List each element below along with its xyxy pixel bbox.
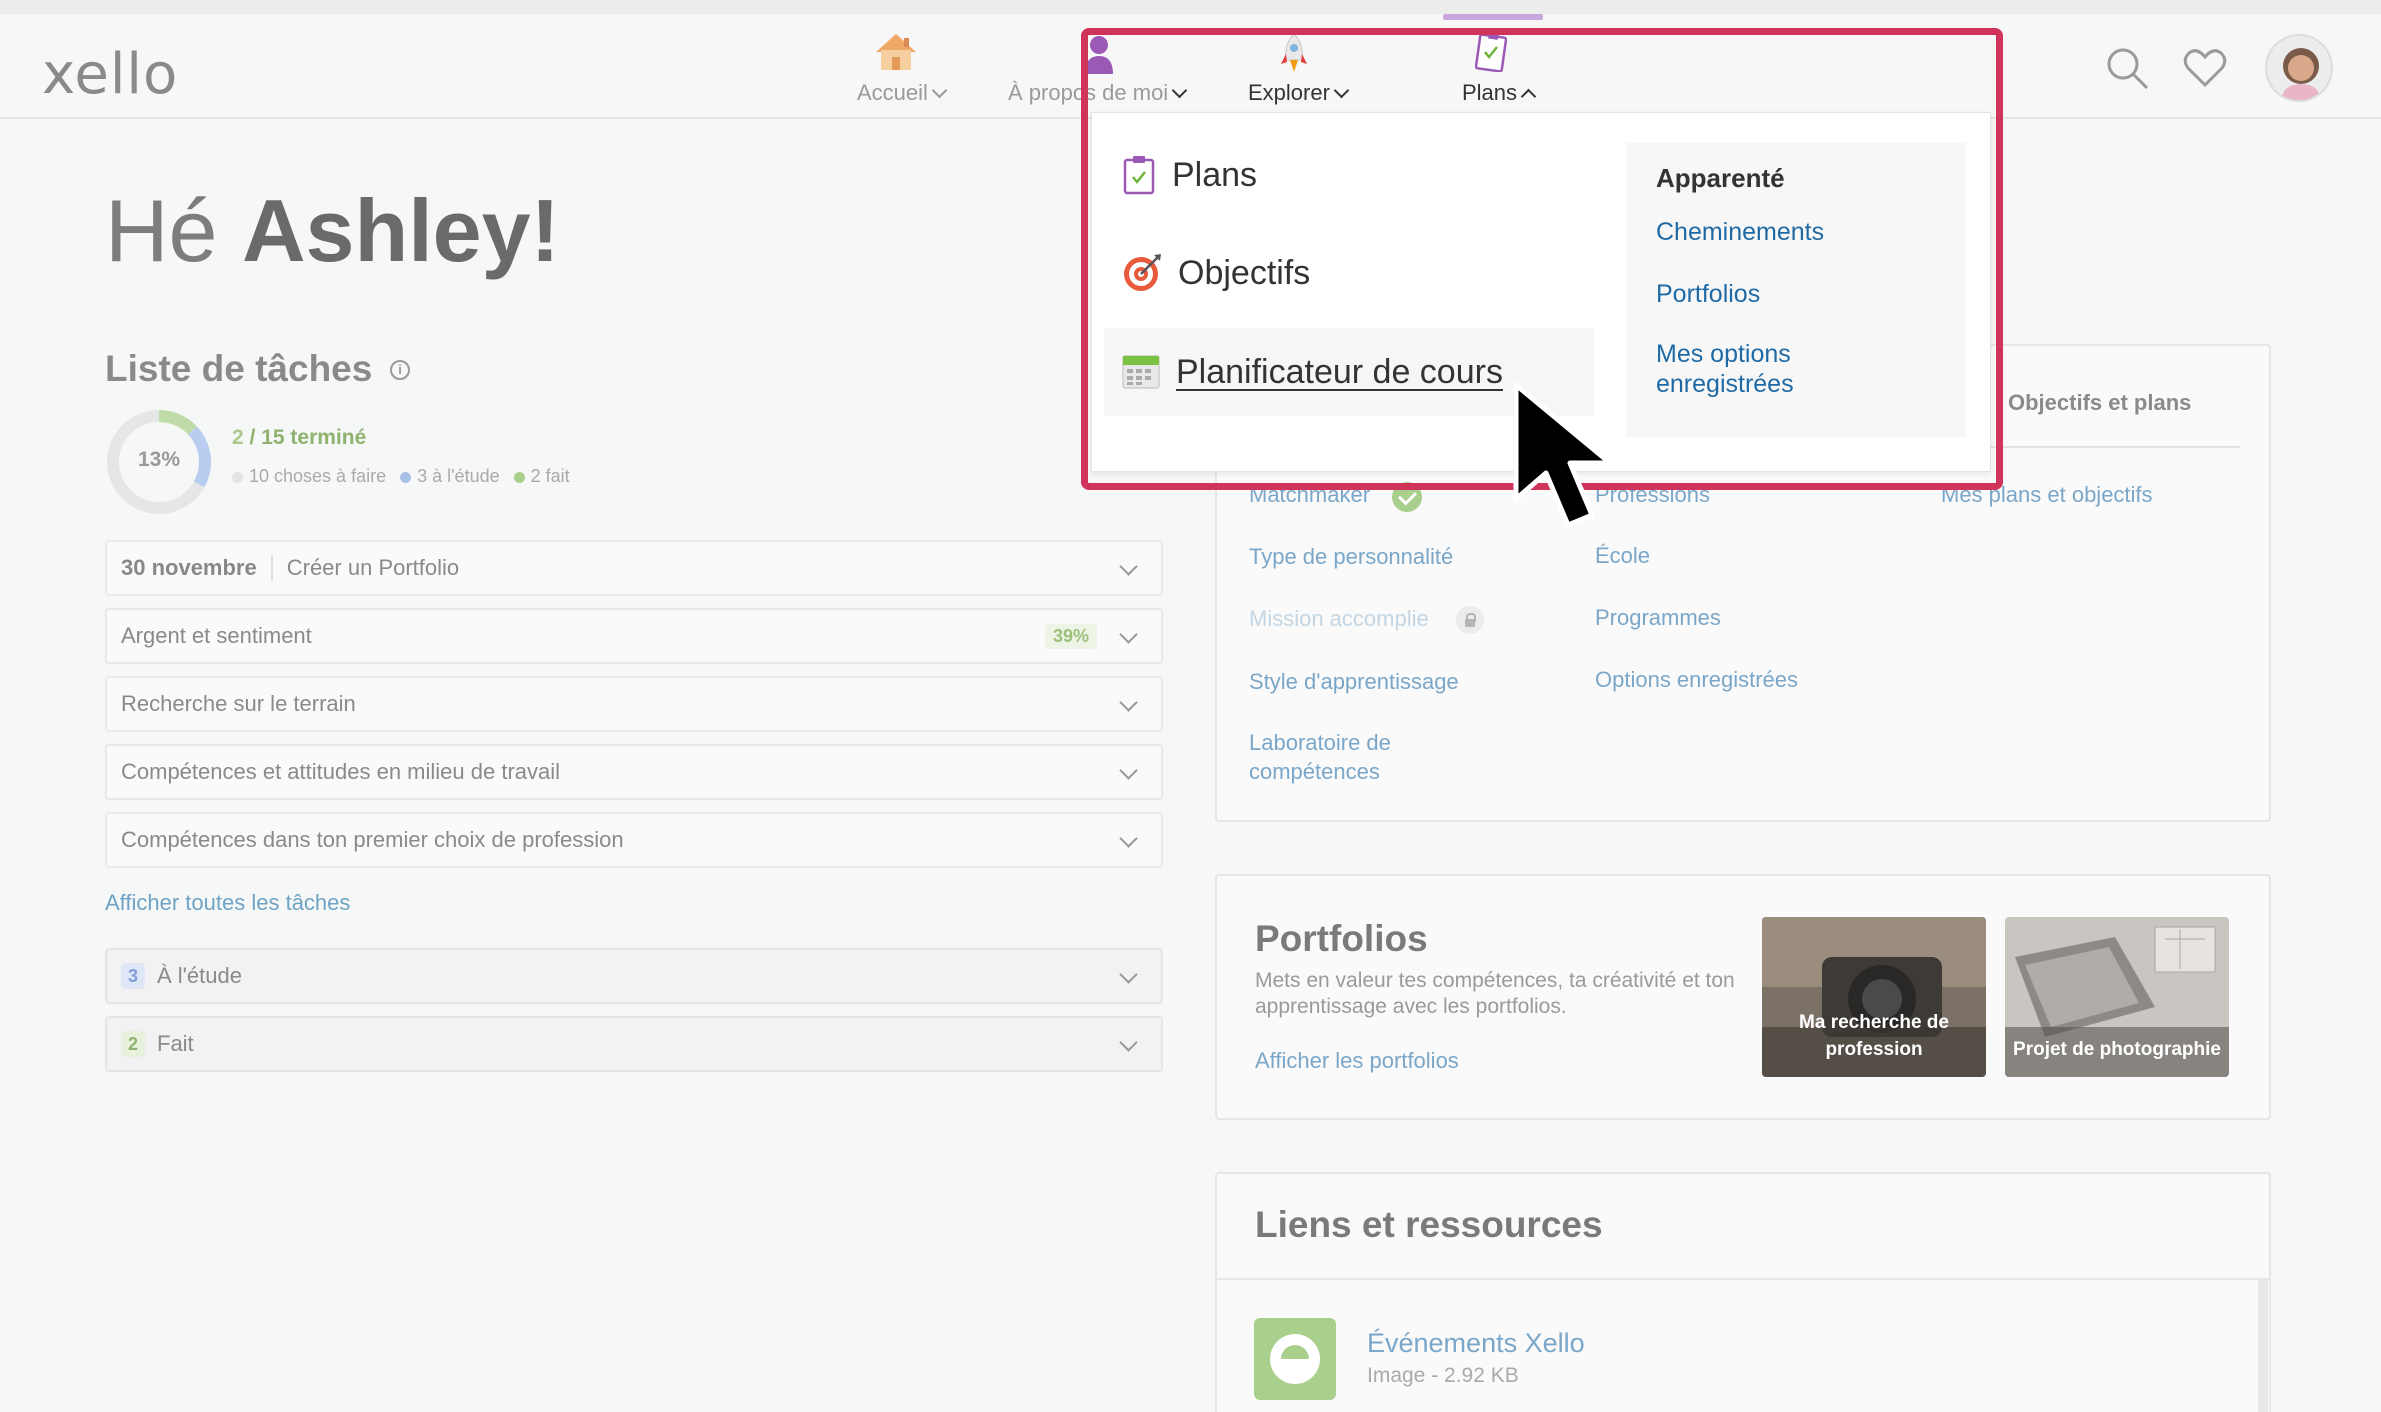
show-portfolios-link[interactable]: Afficher les portfolios <box>1255 1048 1459 1074</box>
portfolios-title: Portfolios <box>1255 918 1428 959</box>
task-label: Compétences et attitudes en milieu de tr… <box>121 759 561 784</box>
show-all-tasks-link[interactable]: Afficher toutes les tâches <box>105 890 350 916</box>
task-row[interactable]: 30 novembre Créer un Portfolio <box>105 540 1163 596</box>
link-type-personnalite[interactable]: Type de personnalité <box>1249 542 1453 571</box>
portfolio-thumbnail-label: Projet de photographie <box>2013 1039 2221 1060</box>
resource-link[interactable]: Événements Xello <box>1367 1328 1585 1359</box>
info-icon[interactable]: i <box>390 360 410 380</box>
progress-done-count: 2 <box>232 426 244 449</box>
chevron-down-icon[interactable] <box>1119 829 1138 848</box>
chevron-down-icon[interactable] <box>1119 761 1138 780</box>
progress-legend: 10 choses à faire 3 à l'étude 2 fait <box>232 466 570 487</box>
chevron-down-icon[interactable] <box>1119 965 1138 984</box>
progress-percent: 13% <box>137 448 181 471</box>
legend-label: 10 choses à faire <box>249 466 387 486</box>
legend-dot <box>513 471 525 483</box>
task-label: Compétences dans ton premier choix de pr… <box>121 827 624 852</box>
task-list-title: Liste de tâches <box>105 348 373 389</box>
portfolios-description: Mets en valeur tes compétences, ta créat… <box>1255 969 1735 1018</box>
portfolio-thumbnail[interactable]: Ma recherche de profession <box>1762 917 1986 1077</box>
link-options-enregistrees[interactable]: Options enregistrées <box>1595 665 1798 694</box>
resource-meta: Image - 2.92 KB <box>1367 1364 1519 1387</box>
task-progress-badge: 39% <box>1044 624 1097 649</box>
top-strip <box>0 0 2381 14</box>
task-due-date: 30 novembre <box>121 555 273 581</box>
house-icon <box>876 34 916 70</box>
legend-item-study: 3 à l'étude <box>400 466 500 487</box>
tab-objectifs-plans[interactable]: Objectifs et plans <box>2008 390 2191 416</box>
task-label: Recherche sur le terrain <box>121 691 356 716</box>
task-row[interactable]: Compétences dans ton premier choix de pr… <box>105 812 1163 868</box>
greeting-heading: Hé Ashley! <box>105 180 560 282</box>
xello-logo[interactable]: xello <box>42 42 178 107</box>
active-nav-indicator <box>1443 14 1543 20</box>
legend-label: 2 fait <box>530 466 570 486</box>
lock-icon <box>1456 606 1484 634</box>
legend-label: 3 à l'étude <box>417 466 500 486</box>
legend-item-done: 2 fait <box>513 466 570 487</box>
link-mission-accomplie: Mission accomplie <box>1249 606 1429 631</box>
greeting-prefix: Hé <box>105 181 218 280</box>
group-row-done[interactable]: 2 Fait <box>105 1016 1163 1072</box>
xello-events-icon <box>1254 1318 1336 1400</box>
legend-item-todo: 10 choses à faire <box>232 466 386 487</box>
resources-divider <box>1217 1278 2269 1280</box>
progress-total: / 15 terminé <box>249 426 367 449</box>
nav-accueil[interactable]: Accueil <box>857 80 948 106</box>
task-label: Créer un Portfolio <box>286 555 460 580</box>
portfolio-thumbnail-label: Ma recherche de profession <box>1799 1012 1949 1060</box>
link-style-apprentissage[interactable]: Style d'apprentissage <box>1249 667 1459 696</box>
task-label: Argent et sentiment <box>121 623 312 648</box>
legend-dot <box>400 471 412 483</box>
resources-title: Liens et ressources <box>1255 1204 1603 1245</box>
mouse-cursor-icon <box>1513 382 1613 528</box>
heart-icon[interactable] <box>2183 48 2227 88</box>
progress-summary: 2 / 15 terminé <box>232 426 366 450</box>
link-laboratoire-competences[interactable]: Laboratoire de compétences <box>1249 728 1449 786</box>
chevron-down-icon[interactable] <box>1119 693 1138 712</box>
group-label: À l'étude <box>157 963 242 988</box>
search-icon[interactable] <box>2105 46 2149 90</box>
group-count-badge: 2 <box>121 1031 145 1057</box>
resources-scrollbar[interactable] <box>2258 1280 2268 1412</box>
greeting-name: Ashley! <box>241 181 560 280</box>
nav-accueil-label: Accueil <box>857 80 928 105</box>
chevron-down-icon <box>931 82 948 98</box>
group-label: Fait <box>157 1031 194 1056</box>
chevron-down-icon[interactable] <box>1119 625 1138 644</box>
task-row[interactable]: Recherche sur le terrain <box>105 676 1163 732</box>
task-row[interactable]: Argent et sentiment 39% <box>105 608 1163 664</box>
chevron-down-icon[interactable] <box>1119 1033 1138 1052</box>
legend-dot <box>232 471 243 483</box>
link-programmes[interactable]: Programmes <box>1595 603 1721 632</box>
link-ecole[interactable]: École <box>1595 541 1650 570</box>
group-count-badge: 3 <box>121 963 145 989</box>
portfolio-thumbnail[interactable]: Projet de photographie <box>2005 917 2229 1077</box>
avatar[interactable] <box>2265 34 2333 102</box>
chevron-down-icon[interactable] <box>1119 557 1138 576</box>
group-row-study[interactable]: 3 À l'étude <box>105 948 1163 1004</box>
task-row[interactable]: Compétences et attitudes en milieu de tr… <box>105 744 1163 800</box>
